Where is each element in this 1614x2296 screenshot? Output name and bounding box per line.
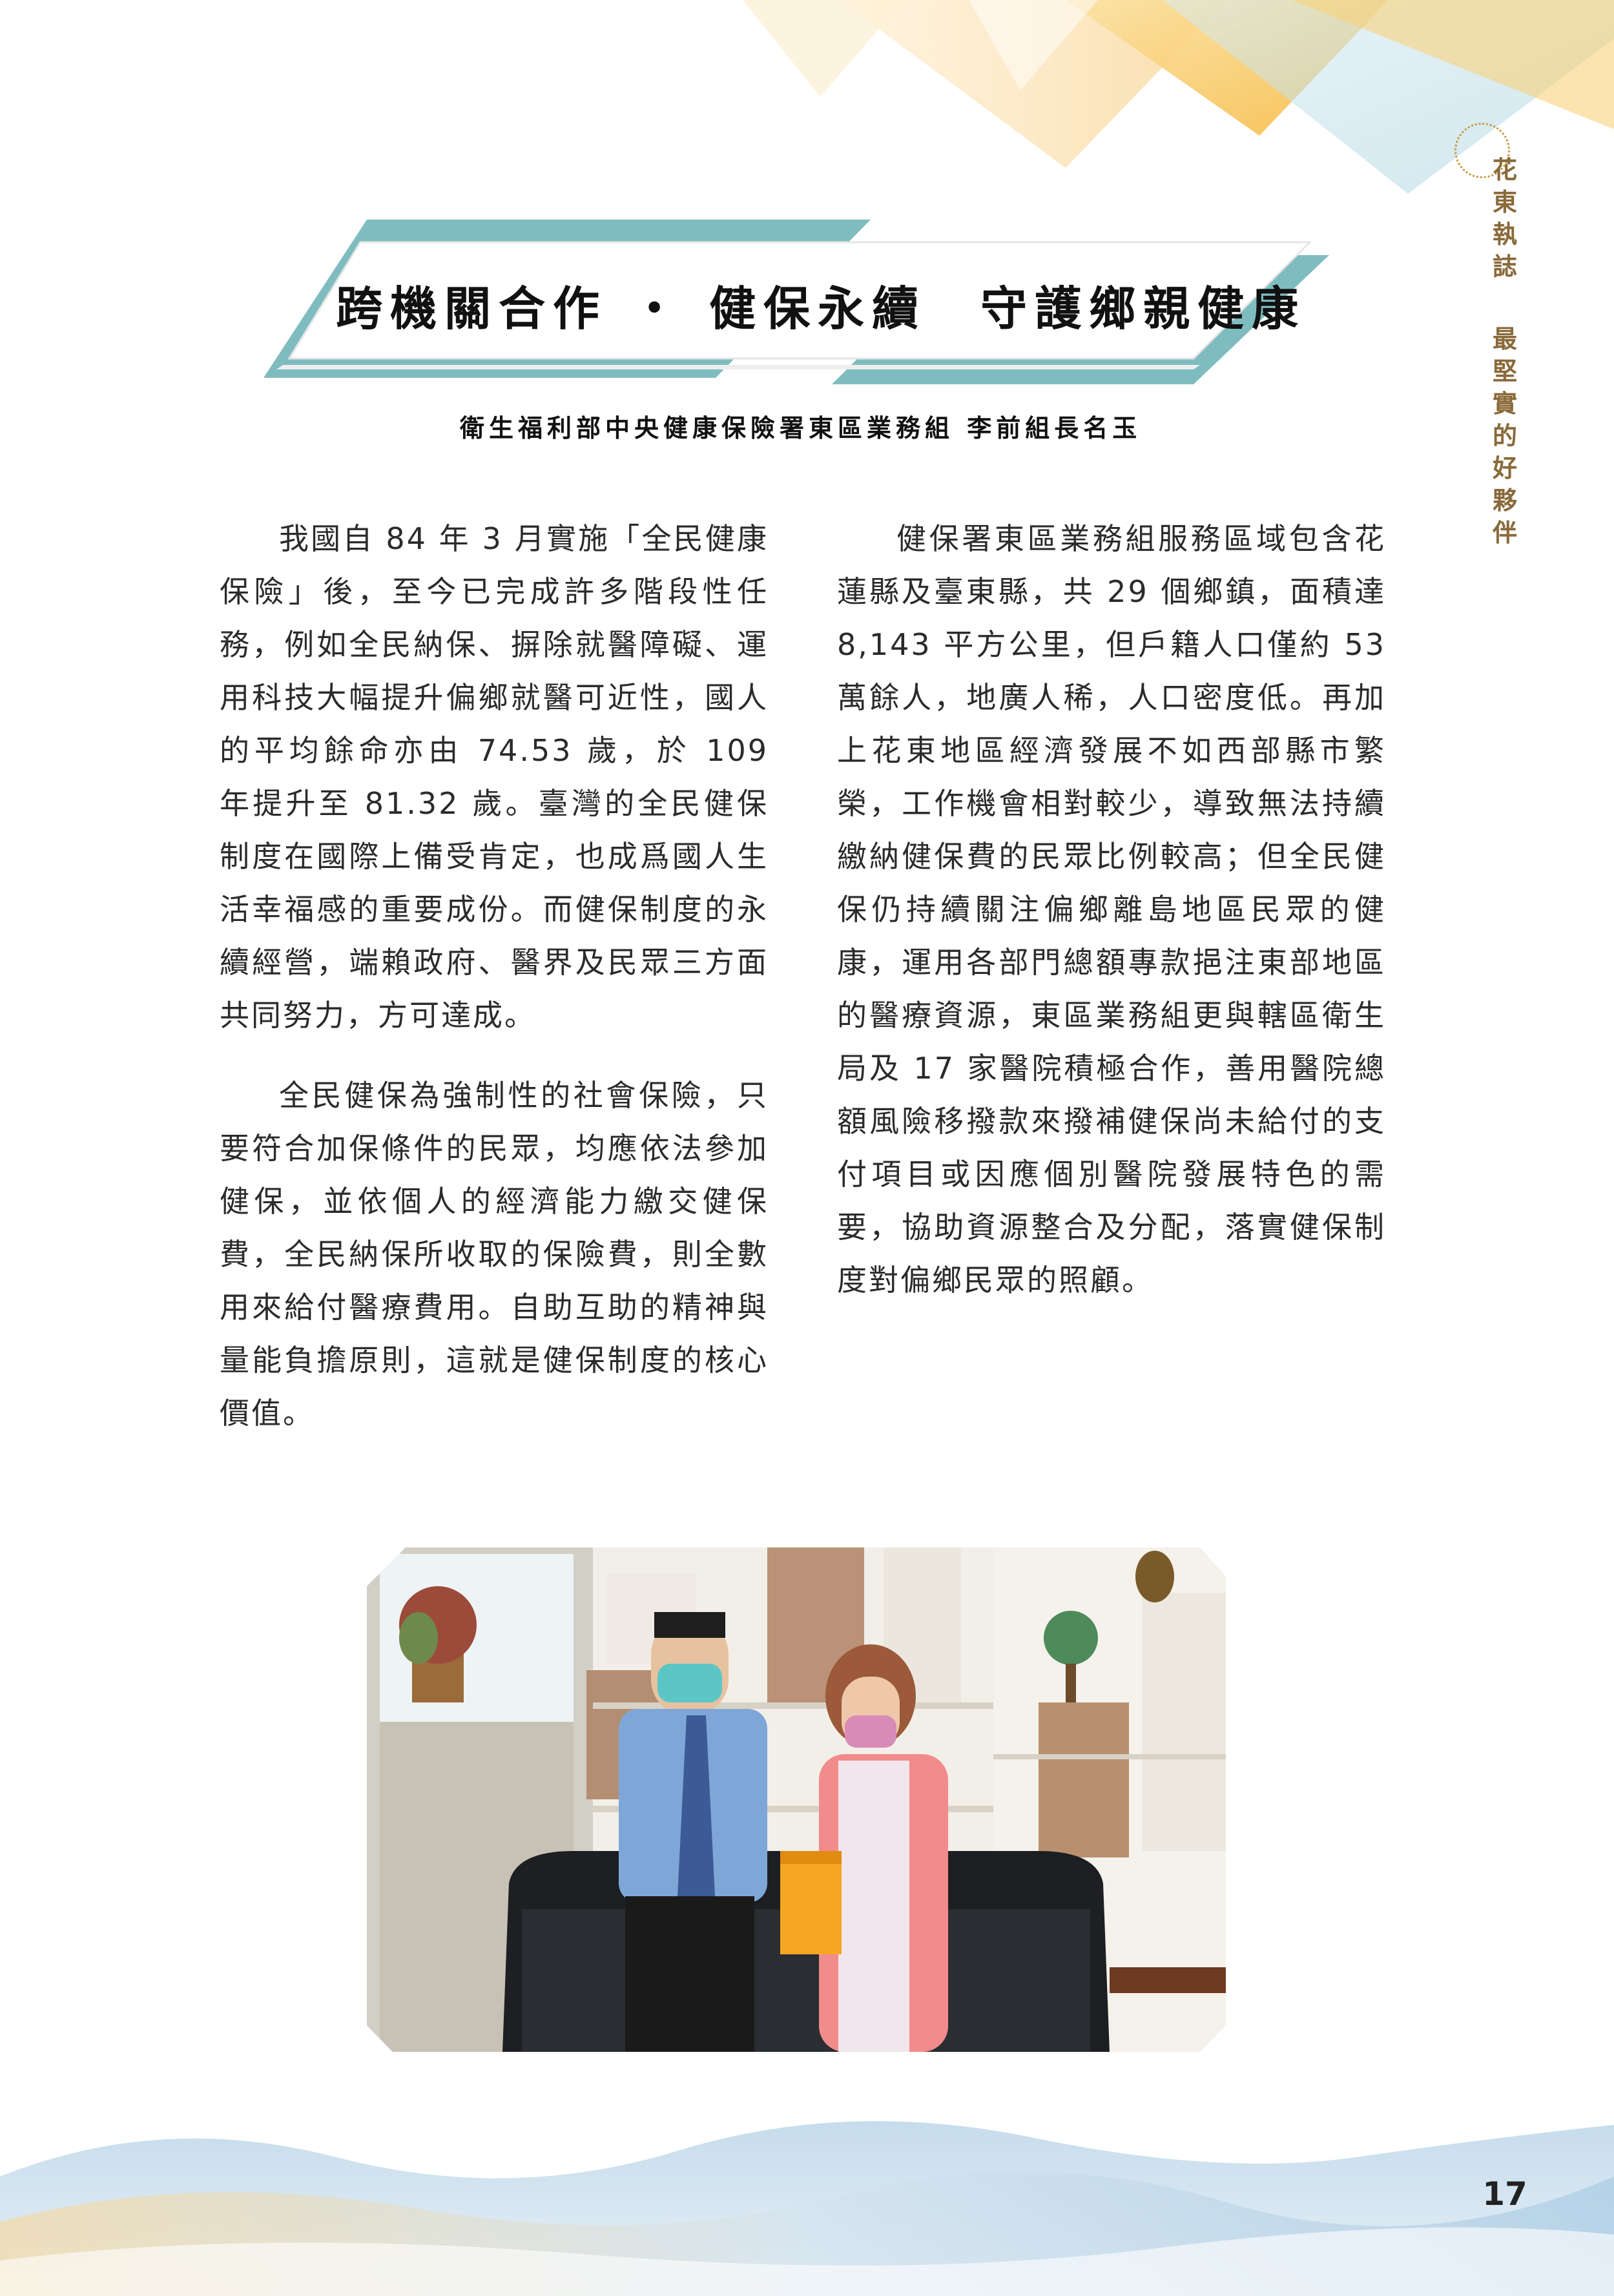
side-tag-part-a: 花 東 執 誌 [1492,155,1517,281]
header-decoration [743,0,1614,194]
footer-wave-decoration [0,2121,1614,2296]
paragraph: 全民健保為強制性的社會保險，只要符合加保條件的民眾，均應依法參加健保，並依個人的… [220,1078,769,1431]
right-text-column: 健保署東區業務組服務區域包含花蓮縣及臺東縣，共 29 個鄉鎮，面積達 8,143… [837,512,1386,1334]
side-tag-part-b: 最 堅 實 的 好 夥 伴 [1492,324,1517,547]
left-text-column: 我國自 84 年 3 月實施「全民健康保險」後，至今已完成許多階段性任務，例如全… [220,512,769,1467]
meeting-photo [367,1547,1226,2052]
page-number: 17 [1482,2175,1527,2213]
paragraph: 我國自 84 年 3 月實施「全民健康保險」後，至今已完成許多階段性任務，例如全… [220,521,769,1033]
byline: 衛生福利部中央健康保險署東區業務組 李前組長名玉 [460,413,1142,442]
paragraph: 健保署東區業務組服務區域包含花蓮縣及臺東縣，共 29 個鄉鎮，面積達 8,143… [837,521,1386,1298]
page-title: 跨機關合作 ‧ 健保永續 守護鄉親健康 [336,281,1307,336]
